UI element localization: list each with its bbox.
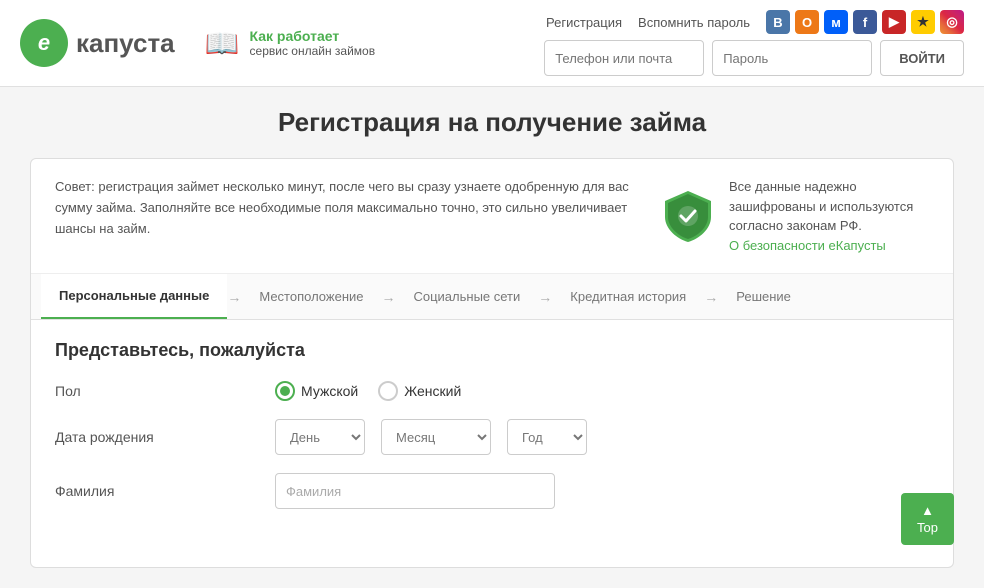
header-right: Регистрация Вспомнить пароль В О м f ▶ ★… [544, 10, 964, 76]
tab-personal-label: Персональные данные [59, 288, 209, 303]
dob-control: День Месяц Год [275, 419, 587, 455]
social-inst-icon[interactable]: ◎ [940, 10, 964, 34]
gender-female-label: Женский [404, 383, 461, 399]
info-banner: Совет: регистрация займет несколько мину… [31, 159, 953, 274]
dob-row: Дата рождения День Месяц Год [55, 419, 929, 455]
tab-personal[interactable]: Персональные данные [41, 274, 227, 319]
lastname-input[interactable] [275, 473, 555, 509]
logo-letter: е [38, 30, 50, 56]
scroll-top-arrow: ▲ [921, 503, 934, 518]
logo-icon: е [20, 19, 68, 67]
how-it-works-line2: сервис онлайн займов [250, 44, 376, 58]
security-link[interactable]: О безопасности еКапусты [729, 238, 886, 253]
login-button[interactable]: ВОЙТИ [880, 40, 964, 76]
how-it-works-text: Как работает сервис онлайн займов [250, 28, 376, 58]
arrow-1: → [227, 289, 241, 305]
tab-location[interactable]: Местоположение [241, 275, 381, 318]
page-title: Регистрация на получение займа [30, 107, 954, 138]
lastname-row: Фамилия [55, 473, 929, 509]
logo-text: капуста [76, 28, 175, 59]
registration-card: Совет: регистрация займет несколько мину… [30, 158, 954, 568]
tab-location-label: Местоположение [259, 289, 363, 304]
password-input[interactable] [712, 40, 872, 76]
gender-male-radio-dot [280, 386, 290, 396]
dob-label: Дата рождения [55, 429, 255, 445]
social-star-icon[interactable]: ★ [911, 10, 935, 34]
year-select[interactable]: Год [507, 419, 587, 455]
gender-female-radio[interactable] [378, 381, 398, 401]
scroll-top-button[interactable]: ▲ Top [901, 493, 954, 545]
gender-row: Пол Мужской Женский [55, 381, 929, 401]
info-text-left: Совет: регистрация займет несколько мину… [55, 177, 631, 239]
header: е капуста 📖 Как работает сервис онлайн з… [0, 0, 984, 87]
phone-email-input[interactable] [544, 40, 704, 76]
month-select[interactable]: Месяц [381, 419, 491, 455]
how-it-works-line1: Как работает [250, 28, 376, 44]
scroll-top-label: Top [917, 520, 938, 535]
gender-female-option[interactable]: Женский [378, 381, 461, 401]
social-ok-icon[interactable]: О [795, 10, 819, 34]
tab-social-label: Социальные сети [413, 289, 520, 304]
info-right: Все данные надежно зашифрованы и использ… [661, 177, 929, 255]
header-top-links: Регистрация Вспомнить пароль В О м f ▶ ★… [544, 10, 964, 34]
gender-male-radio[interactable] [275, 381, 295, 401]
header-login-row: ВОЙТИ [544, 40, 964, 76]
logo-area: е капуста [20, 19, 175, 67]
tab-credit[interactable]: Кредитная история [552, 275, 704, 318]
tab-decision[interactable]: Решение [718, 275, 809, 318]
gender-male-label: Мужской [301, 383, 358, 399]
social-fb-icon[interactable]: f [853, 10, 877, 34]
info-right-text: Все данные надежно зашифрованы и использ… [729, 177, 929, 255]
tab-credit-label: Кредитная история [570, 289, 686, 304]
lastname-label: Фамилия [55, 483, 255, 499]
social-mail-icon[interactable]: м [824, 10, 848, 34]
form-subtitle: Представьтесь, пожалуйста [55, 340, 929, 361]
security-text: Все данные надежно зашифрованы и использ… [729, 179, 913, 233]
gender-male-option[interactable]: Мужской [275, 381, 358, 401]
social-vk-icon[interactable]: В [766, 10, 790, 34]
gender-label: Пол [55, 383, 255, 399]
gender-radio-group: Мужской Женский [275, 381, 461, 401]
arrow-3: → [538, 289, 552, 305]
arrow-4: → [704, 289, 718, 305]
scroll-top-area: ▲ Top [901, 493, 954, 545]
arrow-2: → [381, 289, 395, 305]
shield-icon [661, 189, 715, 243]
how-it-works-link[interactable]: 📖 Как работает сервис онлайн займов [205, 27, 375, 60]
tab-social[interactable]: Социальные сети [395, 275, 538, 318]
form-section: Представьтесь, пожалуйста Пол Мужской Же… [31, 320, 953, 547]
registration-tabs: Персональные данные → Местоположение → С… [31, 274, 953, 320]
social-yt-icon[interactable]: ▶ [882, 10, 906, 34]
social-icons: В О м f ▶ ★ ◎ [766, 10, 964, 34]
main-content: Регистрация на получение займа Совет: ре… [0, 87, 984, 588]
book-icon: 📖 [205, 27, 240, 60]
tab-decision-label: Решение [736, 289, 791, 304]
register-link[interactable]: Регистрация [546, 15, 622, 30]
forgot-link[interactable]: Вспомнить пароль [638, 15, 750, 30]
day-select[interactable]: День [275, 419, 365, 455]
